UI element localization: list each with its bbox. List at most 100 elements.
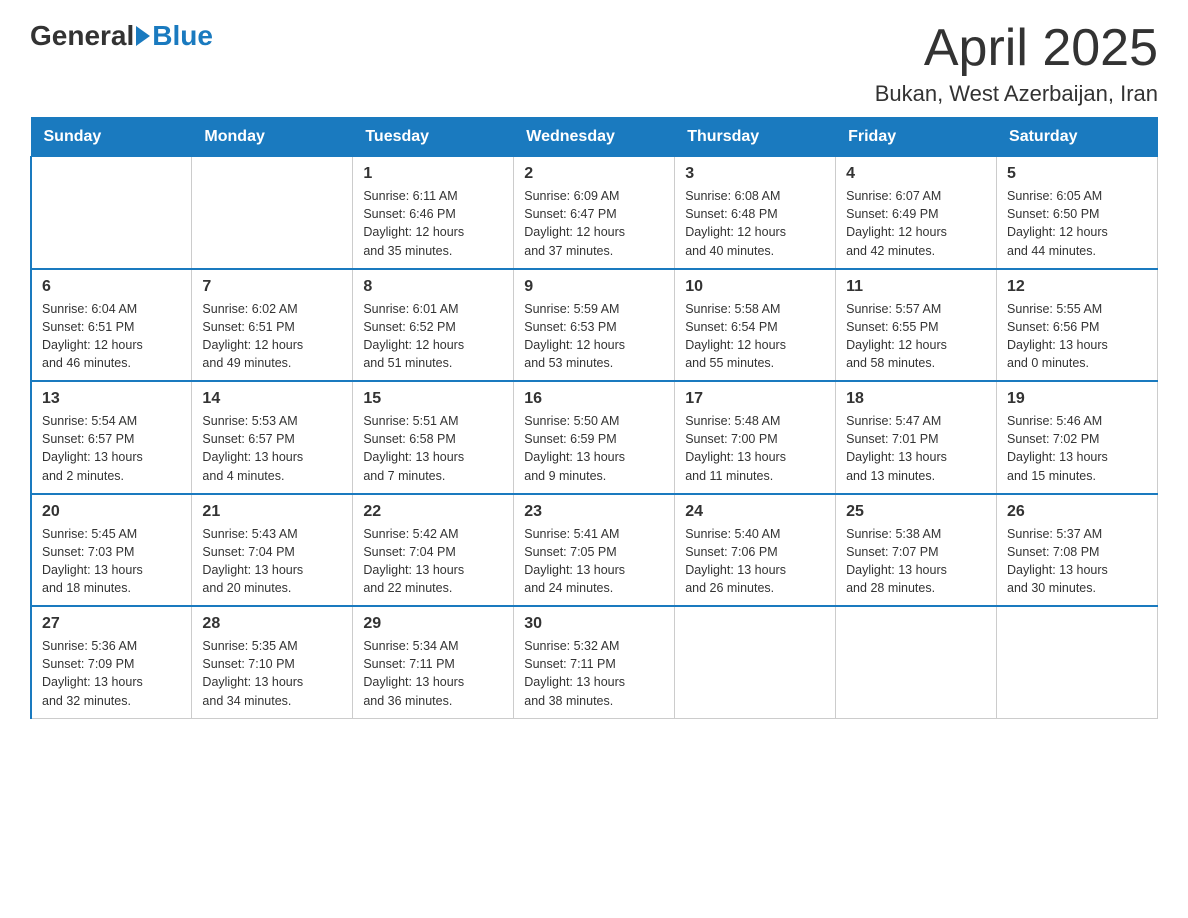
calendar-cell: 2 Sunrise: 6:09 AM Sunset: 6:47 PM Daylig… xyxy=(514,157,675,269)
logo-general-text: General xyxy=(30,20,134,52)
calendar-cell: 1 Sunrise: 6:11 AM Sunset: 6:46 PM Daylig… xyxy=(353,157,514,269)
calendar-cell: 14Sunrise: 5:53 AM Sunset: 6:57 PM Dayli… xyxy=(192,381,353,494)
day-info: Sunrise: 5:42 AM Sunset: 7:04 PM Dayligh… xyxy=(363,525,503,598)
day-number: 16 xyxy=(524,390,664,408)
calendar-cell: 9Sunrise: 5:59 AM Sunset: 6:53 PM Daylig… xyxy=(514,269,675,382)
day-info: Sunrise: 6:09 AM Sunset: 6:47 PM Dayligh… xyxy=(524,187,664,260)
calendar-cell: 4Sunrise: 6:07 AM Sunset: 6:49 PM Daylig… xyxy=(836,157,997,269)
day-info: Sunrise: 5:50 AM Sunset: 6:59 PM Dayligh… xyxy=(524,412,664,485)
day-info: Sunrise: 6:02 AM Sunset: 6:51 PM Dayligh… xyxy=(202,300,342,373)
calendar-cell: 15 Sunrise: 5:51 AM Sunset: 6:58 PM Dayli… xyxy=(353,381,514,494)
calendar-week-row: 1 Sunrise: 6:11 AM Sunset: 6:46 PM Daylig… xyxy=(31,157,1158,269)
day-info: Sunrise: 6:08 AM Sunset: 6:48 PM Dayligh… xyxy=(685,187,825,260)
calendar-cell: 11Sunrise: 5:57 AM Sunset: 6:55 PM Dayli… xyxy=(836,269,997,382)
day-info: Sunrise: 6:04 AM Sunset: 6:51 PM Dayligh… xyxy=(42,300,181,373)
calendar-cell: 17 Sunrise: 5:48 AM Sunset: 7:00 PM Dayli… xyxy=(675,381,836,494)
day-number: 27 xyxy=(42,615,181,633)
calendar-cell: 8Sunrise: 6:01 AM Sunset: 6:52 PM Daylig… xyxy=(353,269,514,382)
day-info: Sunrise: 5:55 AM Sunset: 6:56 PM Dayligh… xyxy=(1007,300,1147,373)
day-number: 25 xyxy=(846,503,986,521)
calendar-cell: 3 Sunrise: 6:08 AM Sunset: 6:48 PM Daylig… xyxy=(675,157,836,269)
day-number: 2 xyxy=(524,165,664,183)
day-number: 20 xyxy=(42,503,181,521)
page-header: General Blue April 2025 Bukan, West Azer… xyxy=(30,20,1158,107)
day-number: 17 xyxy=(685,390,825,408)
day-number: 21 xyxy=(202,503,342,521)
weekday-header: Saturday xyxy=(997,118,1158,157)
calendar-cell: 10 Sunrise: 5:58 AM Sunset: 6:54 PM Dayli… xyxy=(675,269,836,382)
calendar-cell xyxy=(192,157,353,269)
day-number: 15 xyxy=(363,390,503,408)
day-number: 29 xyxy=(363,615,503,633)
day-info: Sunrise: 5:32 AM Sunset: 7:11 PM Dayligh… xyxy=(524,637,664,710)
calendar-table: SundayMondayTuesdayWednesdayThursdayFrid… xyxy=(30,117,1158,719)
weekday-header: Tuesday xyxy=(353,118,514,157)
day-number: 11 xyxy=(846,278,986,296)
day-number: 3 xyxy=(685,165,825,183)
day-number: 10 xyxy=(685,278,825,296)
calendar-cell: 5 Sunrise: 6:05 AM Sunset: 6:50 PM Daylig… xyxy=(997,157,1158,269)
day-info: Sunrise: 5:41 AM Sunset: 7:05 PM Dayligh… xyxy=(524,525,664,598)
calendar-cell: 20 Sunrise: 5:45 AM Sunset: 7:03 PM Dayli… xyxy=(31,494,192,607)
day-number: 12 xyxy=(1007,278,1147,296)
day-info: Sunrise: 5:47 AM Sunset: 7:01 PM Dayligh… xyxy=(846,412,986,485)
calendar-header-row: SundayMondayTuesdayWednesdayThursdayFrid… xyxy=(31,118,1158,157)
day-number: 30 xyxy=(524,615,664,633)
calendar-week-row: 27Sunrise: 5:36 AM Sunset: 7:09 PM Dayli… xyxy=(31,606,1158,718)
day-number: 6 xyxy=(42,278,181,296)
day-info: Sunrise: 5:46 AM Sunset: 7:02 PM Dayligh… xyxy=(1007,412,1147,485)
day-info: Sunrise: 6:11 AM Sunset: 6:46 PM Dayligh… xyxy=(363,187,503,260)
month-year-title: April 2025 xyxy=(875,20,1158,77)
logo-blue-text: Blue xyxy=(152,20,213,52)
day-number: 9 xyxy=(524,278,664,296)
day-number: 5 xyxy=(1007,165,1147,183)
calendar-cell: 13 Sunrise: 5:54 AM Sunset: 6:57 PM Dayli… xyxy=(31,381,192,494)
calendar-cell: 21 Sunrise: 5:43 AM Sunset: 7:04 PM Dayli… xyxy=(192,494,353,607)
calendar-cell: 25 Sunrise: 5:38 AM Sunset: 7:07 PM Dayli… xyxy=(836,494,997,607)
day-info: Sunrise: 5:40 AM Sunset: 7:06 PM Dayligh… xyxy=(685,525,825,598)
calendar-cell: 26 Sunrise: 5:37 AM Sunset: 7:08 PM Dayli… xyxy=(997,494,1158,607)
day-number: 26 xyxy=(1007,503,1147,521)
calendar-week-row: 20 Sunrise: 5:45 AM Sunset: 7:03 PM Dayli… xyxy=(31,494,1158,607)
day-info: Sunrise: 5:45 AM Sunset: 7:03 PM Dayligh… xyxy=(42,525,181,598)
day-info: Sunrise: 5:58 AM Sunset: 6:54 PM Dayligh… xyxy=(685,300,825,373)
day-info: Sunrise: 5:51 AM Sunset: 6:58 PM Dayligh… xyxy=(363,412,503,485)
day-info: Sunrise: 5:43 AM Sunset: 7:04 PM Dayligh… xyxy=(202,525,342,598)
day-info: Sunrise: 5:48 AM Sunset: 7:00 PM Dayligh… xyxy=(685,412,825,485)
calendar-cell: 7 Sunrise: 6:02 AM Sunset: 6:51 PM Daylig… xyxy=(192,269,353,382)
calendar-week-row: 13 Sunrise: 5:54 AM Sunset: 6:57 PM Dayli… xyxy=(31,381,1158,494)
calendar-cell: 18 Sunrise: 5:47 AM Sunset: 7:01 PM Dayli… xyxy=(836,381,997,494)
weekday-header: Sunday xyxy=(31,118,192,157)
day-number: 1 xyxy=(363,165,503,183)
calendar-cell: 28Sunrise: 5:35 AM Sunset: 7:10 PM Dayli… xyxy=(192,606,353,718)
calendar-cell xyxy=(836,606,997,718)
logo: General Blue xyxy=(30,20,213,52)
day-number: 7 xyxy=(202,278,342,296)
day-number: 18 xyxy=(846,390,986,408)
day-info: Sunrise: 6:07 AM Sunset: 6:49 PM Dayligh… xyxy=(846,187,986,260)
day-number: 13 xyxy=(42,390,181,408)
day-info: Sunrise: 5:54 AM Sunset: 6:57 PM Dayligh… xyxy=(42,412,181,485)
day-info: Sunrise: 5:38 AM Sunset: 7:07 PM Dayligh… xyxy=(846,525,986,598)
day-info: Sunrise: 5:37 AM Sunset: 7:08 PM Dayligh… xyxy=(1007,525,1147,598)
calendar-cell: 29 Sunrise: 5:34 AM Sunset: 7:11 PM Dayli… xyxy=(353,606,514,718)
location-subtitle: Bukan, West Azerbaijan, Iran xyxy=(875,81,1158,107)
calendar-cell xyxy=(31,157,192,269)
calendar-cell: 19Sunrise: 5:46 AM Sunset: 7:02 PM Dayli… xyxy=(997,381,1158,494)
weekday-header: Friday xyxy=(836,118,997,157)
calendar-cell xyxy=(997,606,1158,718)
calendar-cell xyxy=(675,606,836,718)
day-number: 8 xyxy=(363,278,503,296)
day-number: 24 xyxy=(685,503,825,521)
logo-arrow-icon xyxy=(136,26,150,46)
day-info: Sunrise: 5:34 AM Sunset: 7:11 PM Dayligh… xyxy=(363,637,503,710)
day-info: Sunrise: 5:53 AM Sunset: 6:57 PM Dayligh… xyxy=(202,412,342,485)
calendar-cell: 30 Sunrise: 5:32 AM Sunset: 7:11 PM Dayli… xyxy=(514,606,675,718)
day-number: 22 xyxy=(363,503,503,521)
day-info: Sunrise: 6:05 AM Sunset: 6:50 PM Dayligh… xyxy=(1007,187,1147,260)
weekday-header: Monday xyxy=(192,118,353,157)
day-number: 23 xyxy=(524,503,664,521)
calendar-cell: 16 Sunrise: 5:50 AM Sunset: 6:59 PM Dayli… xyxy=(514,381,675,494)
calendar-cell: 6 Sunrise: 6:04 AM Sunset: 6:51 PM Daylig… xyxy=(31,269,192,382)
calendar-cell: 24 Sunrise: 5:40 AM Sunset: 7:06 PM Dayli… xyxy=(675,494,836,607)
